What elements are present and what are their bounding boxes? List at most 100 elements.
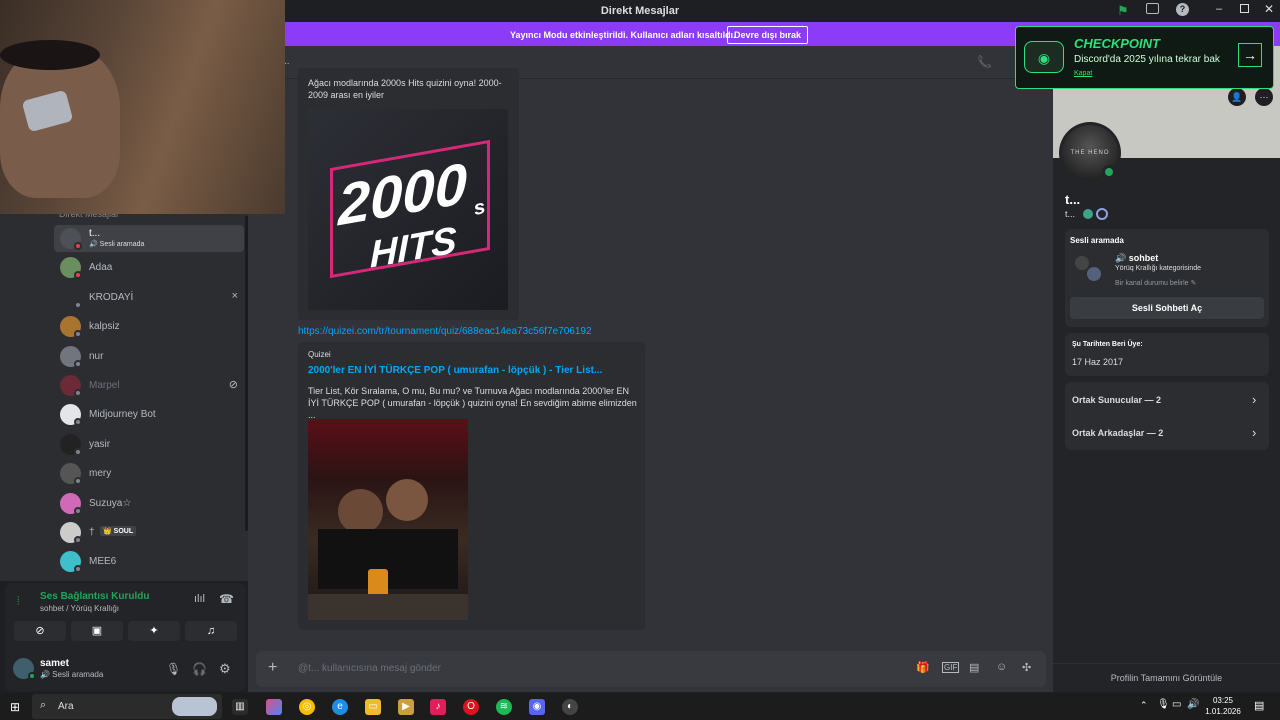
- dm-item[interactable]: Suzuya☆: [54, 490, 244, 517]
- embed-image-2000s-hits[interactable]: 2000 s HITS: [308, 109, 508, 310]
- dm-item[interactable]: KRODAYİ ×: [54, 284, 244, 311]
- webcam-hair: [0, 40, 100, 70]
- mutual-friends-row[interactable]: Ortak Arkadaşlar — 2 ›: [1065, 416, 1269, 450]
- view-full-profile-link[interactable]: Profilin Tamamını Görüntüle: [1053, 673, 1280, 683]
- apps-icon[interactable]: ✣: [1022, 661, 1031, 674]
- dm-item[interactable]: MEE6: [54, 548, 244, 575]
- dm-item[interactable]: Adaa: [54, 254, 244, 281]
- dm-item[interactable]: Midjourney Bot: [54, 401, 244, 428]
- discord-taskbar-icon[interactable]: ◉: [529, 699, 545, 715]
- microphone-icon[interactable]: 🎙: [166, 662, 181, 676]
- close-dm-icon[interactable]: ×: [232, 290, 238, 302]
- channel-status-hint[interactable]: Bir kanal durumu belirle ✎: [1115, 279, 1196, 287]
- dm-item[interactable]: † 👑 SOUL: [54, 519, 244, 546]
- embed-image-photo[interactable]: [308, 419, 468, 620]
- banner-message: Yayıncı Modu etkinleştirildi. Kullanıcı …: [510, 30, 736, 40]
- server-icon: [1075, 256, 1089, 270]
- photo-clothing: [318, 529, 458, 589]
- mutual-servers-row[interactable]: Ortak Sunucular — 2 ›: [1065, 382, 1269, 416]
- taskbar-search[interactable]: ⌕ Ara: [32, 694, 222, 719]
- dm-item[interactable]: Marpel ⊘: [54, 372, 244, 399]
- dm-item[interactable]: kalpsiz: [54, 313, 244, 340]
- chrome-icon[interactable]: ◎: [299, 699, 315, 715]
- app-taskbar-icon[interactable]: ◐: [562, 699, 578, 715]
- network-icon[interactable]: ▭: [1172, 699, 1181, 710]
- flag-icon[interactable]: ⚑: [1117, 3, 1129, 19]
- voice-channel-name[interactable]: 🔊 sohbet: [1115, 253, 1158, 264]
- file-explorer-icon[interactable]: ▭: [365, 699, 381, 715]
- dm-item[interactable]: mery: [54, 460, 244, 487]
- more-options-icon[interactable]: ⋯: [1255, 88, 1273, 106]
- soundboard-icon: ♫: [206, 625, 216, 637]
- taskbar: ⊞ ⌕ Ara ▥ ◎ e ▭ ▶ ♪ O ≋ ◉ ◐ ⌃ 🎙 ▭ 🔊 03:2…: [0, 693, 1280, 720]
- task-view-icon[interactable]: ▥: [232, 699, 248, 715]
- voice-activity-card: Sesli aramada 🔊 sohbet Yörüq Krallığı ka…: [1065, 229, 1269, 327]
- inbox-icon[interactable]: [1146, 3, 1159, 14]
- headphones-icon[interactable]: 🎧: [192, 662, 207, 676]
- badge-icon[interactable]: [1083, 209, 1093, 219]
- noise-suppression-icon[interactable]: ılıl: [194, 593, 205, 605]
- profile-tag: t...: [1065, 209, 1076, 219]
- maximize-icon[interactable]: [1240, 4, 1249, 13]
- embed-provider[interactable]: Quizei: [308, 350, 331, 359]
- media-player-icon[interactable]: ▶: [398, 699, 414, 715]
- dm-item[interactable]: yasir: [54, 431, 244, 458]
- attach-plus-icon[interactable]: +: [268, 659, 277, 677]
- spotify-icon[interactable]: ≋: [496, 699, 512, 715]
- checkpoint-popup[interactable]: ◉ CHECKPOINT Discord'da 2025 yılına tekr…: [1015, 26, 1274, 89]
- profile-name: t...: [1065, 192, 1081, 207]
- dm-name: Adaa: [89, 262, 113, 273]
- status-dot: [74, 330, 82, 338]
- member-since-card: Şu Tarihten Beri Üye: 17 Haz 2017: [1065, 333, 1269, 376]
- status-dot: [74, 507, 82, 515]
- copilot-icon[interactable]: [266, 699, 282, 715]
- clock-date[interactable]: 1.01.2026: [1199, 707, 1247, 716]
- sticker-icon[interactable]: ▤: [969, 661, 979, 674]
- chevron-right-icon: ›: [1252, 392, 1257, 407]
- tray-mic-icon[interactable]: 🎙: [1157, 699, 1170, 710]
- status-dot: [74, 271, 82, 279]
- minimize-icon[interactable]: –: [1216, 3, 1222, 15]
- signal-icon[interactable]: ⦙: [17, 595, 19, 608]
- status-dot: [74, 565, 82, 573]
- voice-call-icon[interactable]: 📞: [977, 55, 992, 69]
- checkpoint-dismiss-link[interactable]: Kapat: [1074, 70, 1092, 77]
- help-icon[interactable]: ?: [1176, 3, 1189, 16]
- windows-start-icon[interactable]: ⊞: [10, 700, 20, 714]
- message-input[interactable]: @t... kullanıcısına mesaj gönder: [298, 663, 441, 674]
- voice-channel[interactable]: sohbet / Yörüq Krallığı: [40, 604, 119, 613]
- notification-icon[interactable]: ▤: [1254, 699, 1264, 712]
- screen-share-button[interactable]: ▣: [71, 621, 123, 641]
- clock-time[interactable]: 03:25: [1203, 696, 1243, 705]
- dm-name: †: [89, 527, 95, 538]
- nitro-badge-icon[interactable]: [1096, 208, 1108, 220]
- disable-streamer-mode-button[interactable]: Devre dışı bırak: [727, 26, 809, 44]
- gif-icon[interactable]: GIF: [942, 662, 960, 673]
- soundboard-button[interactable]: ♫: [185, 621, 237, 641]
- dm-status-text: 🔊 Sesli aramada: [89, 241, 145, 248]
- volume-icon[interactable]: 🔊: [1187, 699, 1199, 710]
- username[interactable]: samet: [40, 658, 69, 669]
- arrow-right-icon[interactable]: →: [1238, 43, 1262, 67]
- open-voice-chat-button[interactable]: Sesli Sohbeti Aç: [1070, 297, 1264, 319]
- disconnect-icon[interactable]: ☎: [219, 592, 234, 606]
- emoji-icon[interactable]: ☺: [996, 661, 1007, 673]
- dm-item[interactable]: t... 🔊 Sesli aramada: [54, 225, 244, 252]
- add-friend-icon[interactable]: 👤: [1228, 88, 1246, 106]
- opera-icon[interactable]: O: [463, 699, 479, 715]
- edge-icon[interactable]: e: [332, 699, 348, 715]
- tray-chevron-icon[interactable]: ⌃: [1140, 700, 1148, 711]
- quiz-link[interactable]: https://quizei.com/tr/tournament/quiz/68…: [298, 326, 592, 337]
- settings-gear-icon[interactable]: ⚙: [219, 661, 231, 677]
- photo-table: [308, 594, 468, 620]
- status-dot: [74, 448, 82, 456]
- gift-icon[interactable]: 🎁: [916, 661, 930, 674]
- camera-button[interactable]: ⊘: [14, 621, 66, 641]
- tiktok-icon[interactable]: ♪: [430, 699, 446, 715]
- dm-item[interactable]: nur: [54, 343, 244, 370]
- voice-status[interactable]: Ses Bağlantısı Kuruldu: [40, 591, 149, 602]
- activities-button[interactable]: ✦: [128, 621, 180, 641]
- discord-logo-icon: ◉: [1024, 41, 1064, 73]
- close-icon[interactable]: ✕: [1264, 2, 1274, 16]
- embed-title[interactable]: 2000'ler EN İYİ TÜRKÇE POP ( umurafan - …: [308, 365, 638, 376]
